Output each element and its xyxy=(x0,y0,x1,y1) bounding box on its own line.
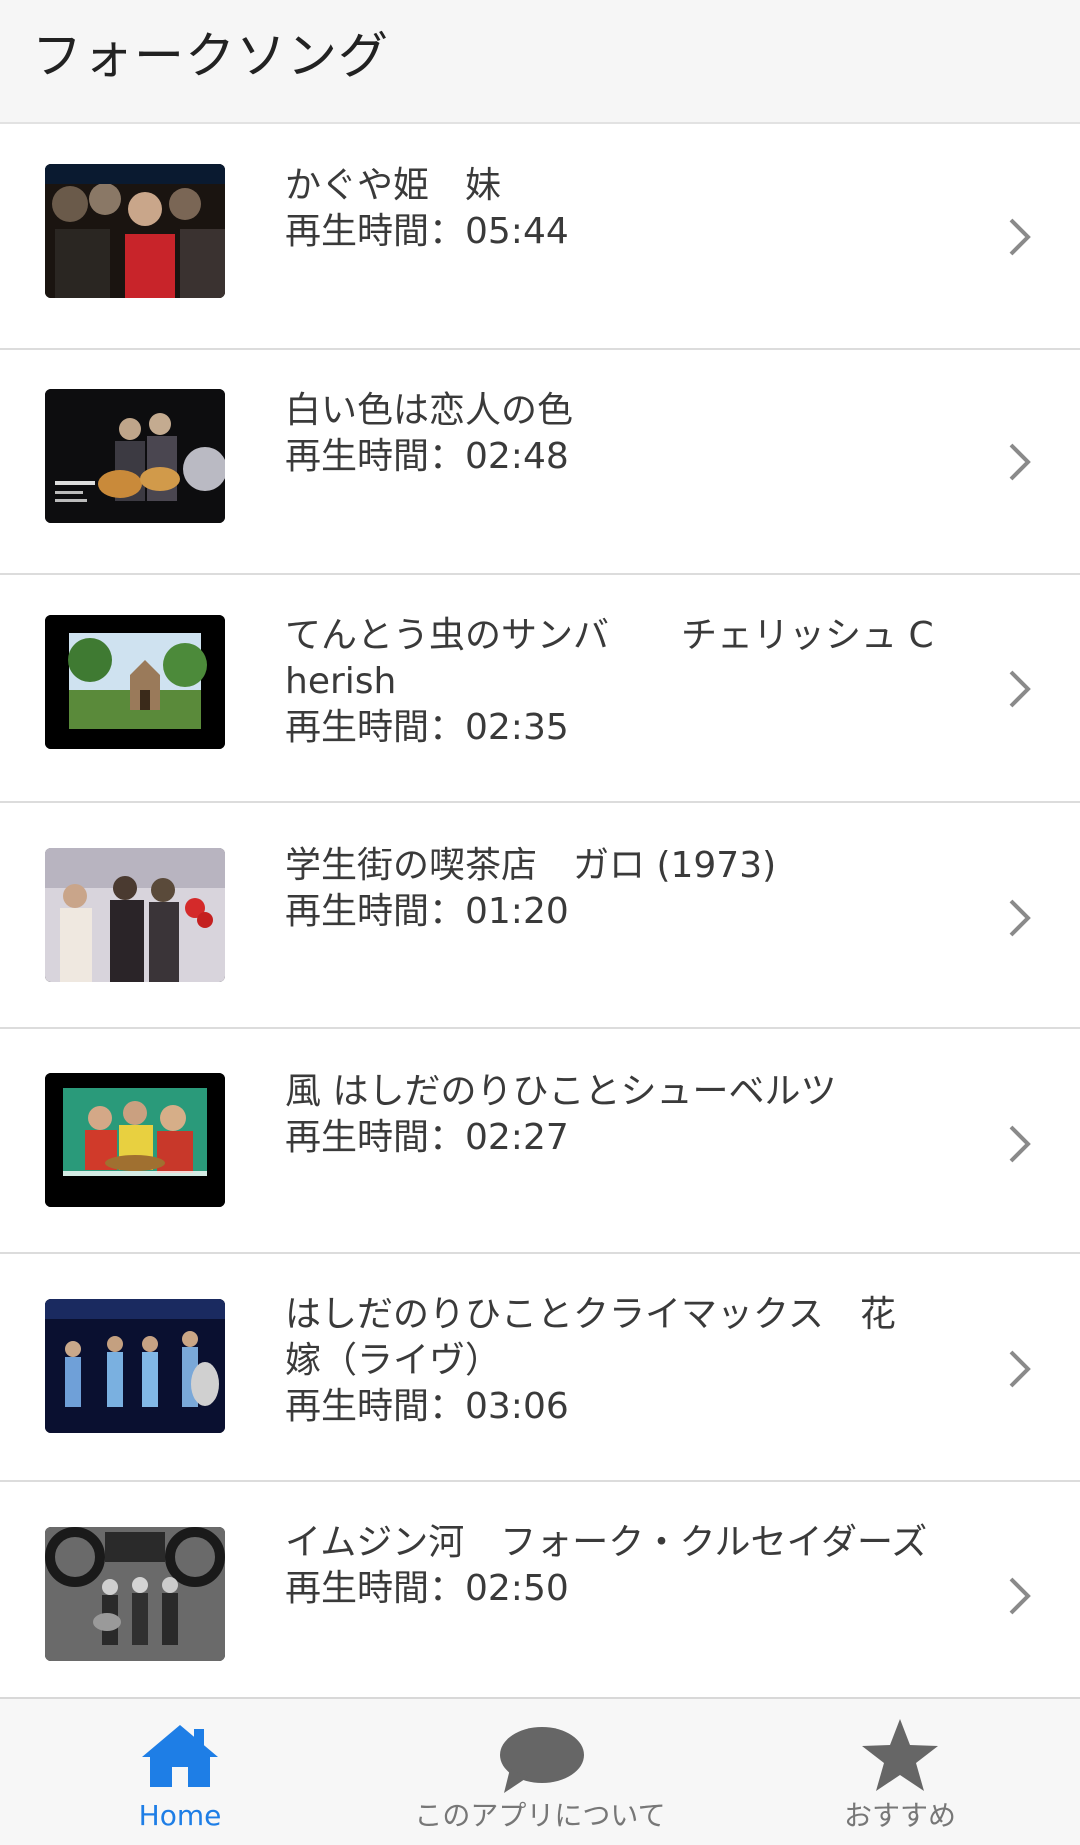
video-info: 風 はしだのりひことシューベルツ 再生時間：02:27 xyxy=(285,1069,945,1161)
video-thumbnail xyxy=(45,1299,225,1433)
tab-about[interactable]: このアプリについて xyxy=(390,1699,690,1845)
video-thumbnail xyxy=(45,1527,225,1661)
video-info: 白い色は恋人の色 再生時間：02:48 xyxy=(285,388,945,480)
app-screen: フォークソング かぐや姫 妹 再生時間：05:44 白い色は恋人の色 再生時間：… xyxy=(0,0,1080,1845)
video-title: てんとう虫のサンバ チェリッシュ Cherish xyxy=(285,615,934,702)
video-thumbnail xyxy=(45,164,225,298)
tab-recommended[interactable]: おすすめ xyxy=(780,1699,1020,1845)
video-info: てんとう虫のサンバ チェリッシュ Cherish 再生時間：02:35 xyxy=(285,613,945,751)
video-title: イムジン河 フォーク・クルセイダーズ xyxy=(285,1522,928,1563)
video-duration: 再生時間：01:20 xyxy=(285,891,569,932)
chevron-right-icon xyxy=(1006,1122,1034,1166)
tab-home[interactable]: Home xyxy=(60,1699,300,1845)
list-item[interactable]: はしだのりひことクライマックス 花嫁（ライヴ） 再生時間：03:06 xyxy=(0,1254,1080,1482)
chevron-right-icon xyxy=(1006,896,1034,940)
video-duration: 再生時間：03:06 xyxy=(285,1386,569,1427)
list-item[interactable]: てんとう虫のサンバ チェリッシュ Cherish 再生時間：02:35 xyxy=(0,575,1080,803)
tab-label: おすすめ xyxy=(843,1799,956,1832)
list-item[interactable]: 風 はしだのりひことシューベルツ 再生時間：02:27 xyxy=(0,1029,1080,1254)
app-header: フォークソング xyxy=(0,0,1080,124)
video-info: かぐや姫 妹 再生時間：05:44 xyxy=(285,163,945,255)
star-icon xyxy=(860,1717,940,1799)
list-item[interactable]: かぐや姫 妹 再生時間：05:44 xyxy=(0,125,1080,350)
chevron-right-icon xyxy=(1006,215,1034,259)
chevron-right-icon xyxy=(1006,1347,1034,1391)
video-duration: 再生時間：02:35 xyxy=(285,707,569,748)
bottom-tab-bar: Home このアプリについて おすすめ xyxy=(0,1697,1080,1845)
video-title: かぐや姫 妹 xyxy=(285,165,502,206)
video-duration: 再生時間：05:44 xyxy=(285,211,569,252)
video-title: 白い色は恋人の色 xyxy=(285,390,574,431)
video-duration: 再生時間：02:48 xyxy=(285,436,569,477)
video-title: 学生街の喫茶店 ガロ (1973) xyxy=(285,845,777,886)
video-list[interactable]: かぐや姫 妹 再生時間：05:44 白い色は恋人の色 再生時間：02:48 てん… xyxy=(0,125,1080,1704)
tab-label: このアプリについて xyxy=(414,1799,666,1832)
video-thumbnail xyxy=(45,1073,225,1207)
list-item[interactable]: 学生街の喫茶店 ガロ (1973) 再生時間：01:20 xyxy=(0,803,1080,1029)
video-info: イムジン河 フォーク・クルセイダーズ 再生時間：02:50 xyxy=(285,1520,945,1612)
tab-label: Home xyxy=(138,1799,222,1832)
list-item[interactable]: 白い色は恋人の色 再生時間：02:48 xyxy=(0,350,1080,575)
video-info: 学生街の喫茶店 ガロ (1973) 再生時間：01:20 xyxy=(285,843,945,935)
video-duration: 再生時間：02:27 xyxy=(285,1117,569,1158)
speech-bubble-icon xyxy=(496,1725,584,1801)
chevron-right-icon xyxy=(1006,667,1034,711)
video-info: はしだのりひことクライマックス 花嫁（ライヴ） 再生時間：03:06 xyxy=(285,1292,945,1430)
page-title: フォークソング xyxy=(32,27,389,85)
chevron-right-icon xyxy=(1006,1574,1034,1618)
video-title: 風 はしだのりひことシューベルツ xyxy=(285,1071,837,1112)
video-thumbnail xyxy=(45,848,225,982)
video-thumbnail xyxy=(45,389,225,523)
chevron-right-icon xyxy=(1006,440,1034,484)
list-item[interactable]: イムジン河 フォーク・クルセイダーズ 再生時間：02:50 xyxy=(0,1482,1080,1704)
home-icon xyxy=(140,1723,220,1793)
video-title: はしだのりひことクライマックス 花嫁（ライヴ） xyxy=(285,1294,896,1381)
video-thumbnail xyxy=(45,615,225,749)
video-duration: 再生時間：02:50 xyxy=(285,1568,569,1609)
